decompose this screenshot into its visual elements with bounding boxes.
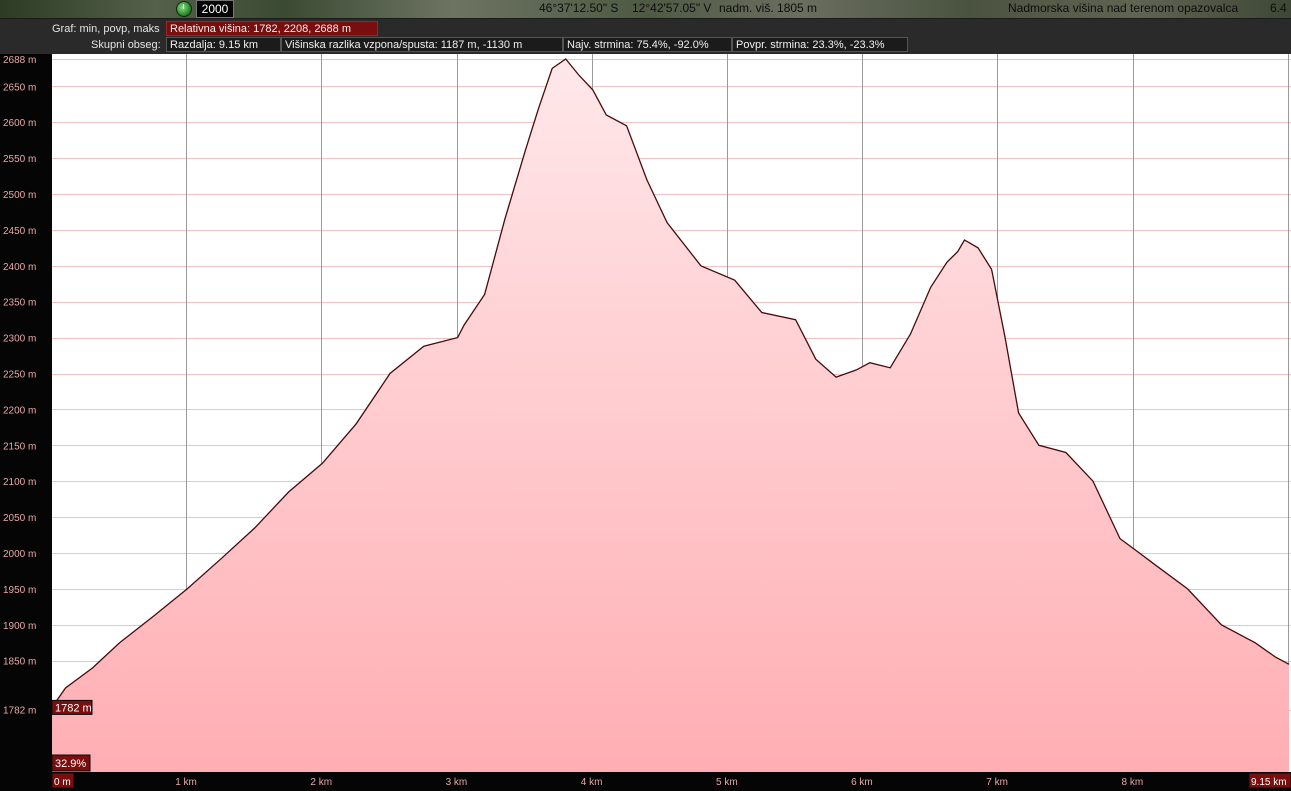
- top-status-bar: 2000 46°37'12.50" S 12°42'57.05" V nadm.…: [0, 0, 1291, 19]
- slope-label: 32.9%: [55, 758, 86, 770]
- x-axis-labels: 0 m 1 km 2 km 3 km 4 km 5 km 6 km 7 km 8 km 9.15 …: [51, 772, 1291, 789]
- y-tick-label: 2550 m: [3, 154, 36, 165]
- x-tick-label: 1 km: [175, 777, 197, 788]
- elevation-profile-chart[interactable]: 2688 m 2650 m 2600 m 2550 m 2500 m 2450 m 2400…: [0, 54, 1291, 791]
- y-tick-label: 2688 m: [3, 55, 36, 66]
- mode-label: Nadmorska višina nad terenom opazovalca: [1008, 1, 1239, 15]
- y-tick-label: 2050 m: [3, 513, 36, 524]
- x-tick-label: 4 km: [581, 777, 603, 788]
- longitude-readout: 12°42'57.05" V: [632, 1, 712, 15]
- x-tick-label: 2 km: [310, 777, 332, 788]
- y-tick-label: 2600 m: [3, 118, 36, 129]
- x-tick-label: 9.15 km: [1251, 777, 1287, 788]
- stats-panel: Graf: min, povp, maks Relativna višina: …: [0, 19, 1291, 54]
- clipped-readout: 6.4: [1270, 1, 1287, 15]
- x-tick-label: 7 km: [986, 777, 1008, 788]
- y-tick-label: 1900 m: [3, 621, 36, 632]
- y-tick-label: 2200 m: [3, 405, 36, 416]
- range-label: Skupni obseg:: [91, 39, 161, 51]
- min-height-marker: 1782 m: [51, 699, 93, 715]
- y-tick-label: 2350 m: [3, 298, 36, 309]
- x-tick-label: 6 km: [851, 777, 873, 788]
- y-tick-label: 2300 m: [3, 334, 36, 345]
- y-tick-label: 1782 m: [3, 706, 36, 717]
- latitude-readout: 46°37'12.50" S: [539, 1, 619, 15]
- graph-label: Graf: min, povp, maks: [52, 23, 160, 35]
- min-height-label: 1782 m: [55, 702, 92, 714]
- avg-slope-box: Povpr. strmina: 23.3%, -23.3%: [732, 37, 908, 52]
- y-tick-label: 2100 m: [3, 477, 36, 488]
- elevation-diff-box: Višinska razlika vzpona/spusta: 1187 m, …: [281, 37, 563, 52]
- y-tick-label: 2400 m: [3, 262, 36, 273]
- y-tick-label: 1950 m: [3, 585, 36, 596]
- y-tick-label: 2450 m: [3, 226, 36, 237]
- year-field[interactable]: 2000: [196, 0, 234, 18]
- distance-box: Razdalja: 9.15 km: [166, 37, 281, 52]
- clock-icon[interactable]: [176, 1, 192, 17]
- elevation-readout: nadm. viš. 1805 m: [719, 1, 818, 15]
- max-slope-box: Najv. strmina: 75.4%, -92.0%: [563, 37, 732, 52]
- slope-marker: 32.9%: [51, 754, 91, 772]
- y-tick-label: 2150 m: [3, 441, 36, 452]
- y-tick-label: 1850 m: [3, 657, 36, 668]
- x-tick-label: 8 km: [1122, 777, 1144, 788]
- x-tick-label: 3 km: [446, 777, 468, 788]
- y-tick-label: 2650 m: [3, 82, 36, 93]
- relative-height-box: Relativna višina: 1782, 2208, 2688 m: [166, 21, 378, 36]
- x-tick-label: 5 km: [716, 777, 738, 788]
- y-tick-label: 2500 m: [3, 190, 36, 201]
- y-tick-label: 2000 m: [3, 549, 36, 560]
- x-tick-label: 0 m: [54, 777, 71, 788]
- y-tick-label: 2250 m: [3, 370, 36, 381]
